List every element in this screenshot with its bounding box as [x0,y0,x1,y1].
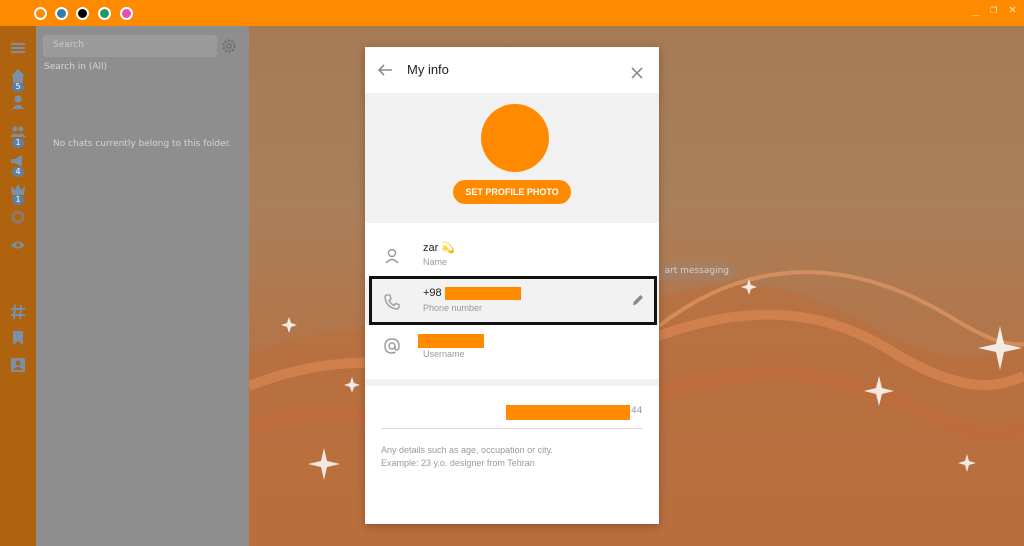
bio-input-underline[interactable] [381,428,643,429]
phone-highlight-box [369,276,657,325]
username-redaction [418,334,484,348]
minimize-button[interactable]: _ [972,2,979,16]
bots-unread-badge: 1 [12,195,24,205]
dialog-title: My info [407,62,449,77]
home-unread-badge: 5 [12,82,24,92]
theme-color-dot-orange[interactable] [34,7,47,20]
eye-icon[interactable] [10,237,26,253]
my-info-dialog: My info SET PROFILE PHOTO zar 💫 Name +98… [365,47,659,524]
back-arrow-icon[interactable] [377,62,393,78]
bio-text-redaction [506,405,630,420]
chat-list-panel: Search Search in (All) No chats currentl… [36,26,249,546]
personal-chats-icon[interactable] [10,94,26,110]
bio-char-counter: 44 [631,406,643,416]
bio-hint-line-1: Any details such as age, occupation or c… [381,445,553,455]
search-placeholder: Search [53,40,84,50]
hashtag-icon[interactable] [10,304,26,320]
avatar[interactable] [481,104,549,172]
channels-unread-badge: 4 [12,167,24,177]
groups-unread-badge: 1 [12,138,24,148]
contacts-card-icon[interactable] [10,357,26,373]
theme-color-dot-blue[interactable] [55,7,68,20]
name-value: zar 💫 [423,242,456,254]
name-row[interactable]: zar 💫 Name [365,233,659,279]
theme-color-dot-black[interactable] [76,7,89,20]
username-row[interactable]: Username [365,327,659,373]
menu-icon[interactable] [10,40,26,56]
search-input[interactable]: Search [43,35,217,57]
title-bar: _ ❐ ✕ [0,0,1024,26]
section-separator [365,379,659,386]
profile-photo-section: SET PROFILE PHOTO [365,93,659,223]
person-icon [383,247,401,265]
theme-color-dot-green[interactable] [98,7,111,20]
username-label: Username [423,349,465,359]
set-profile-photo-button[interactable]: SET PROFILE PHOTO [453,180,571,204]
dialog-header: My info [365,47,659,93]
start-messaging-pill: art messaging [651,262,735,280]
bio-hint: Any details such as age, occupation or c… [381,444,643,470]
close-icon[interactable] [631,64,643,79]
settings-gear-icon[interactable] [10,209,26,225]
bookmark-icon[interactable] [10,330,26,346]
restore-button[interactable]: ❐ [990,2,997,16]
close-window-button[interactable]: ✕ [1009,2,1016,16]
at-sign-icon [383,337,401,355]
empty-folder-message: No chats currently belong to this folder… [53,139,232,149]
theme-color-dot-pink[interactable] [120,7,133,20]
name-label: Name [423,257,448,267]
search-settings-gear-icon[interactable] [220,37,238,55]
folder-rail: 5 1 4 1 [0,26,36,546]
search-scope-label: Search in (All) [44,62,108,72]
bio-hint-line-2: Example: 23 y.o. designer from Tehran [381,458,535,468]
